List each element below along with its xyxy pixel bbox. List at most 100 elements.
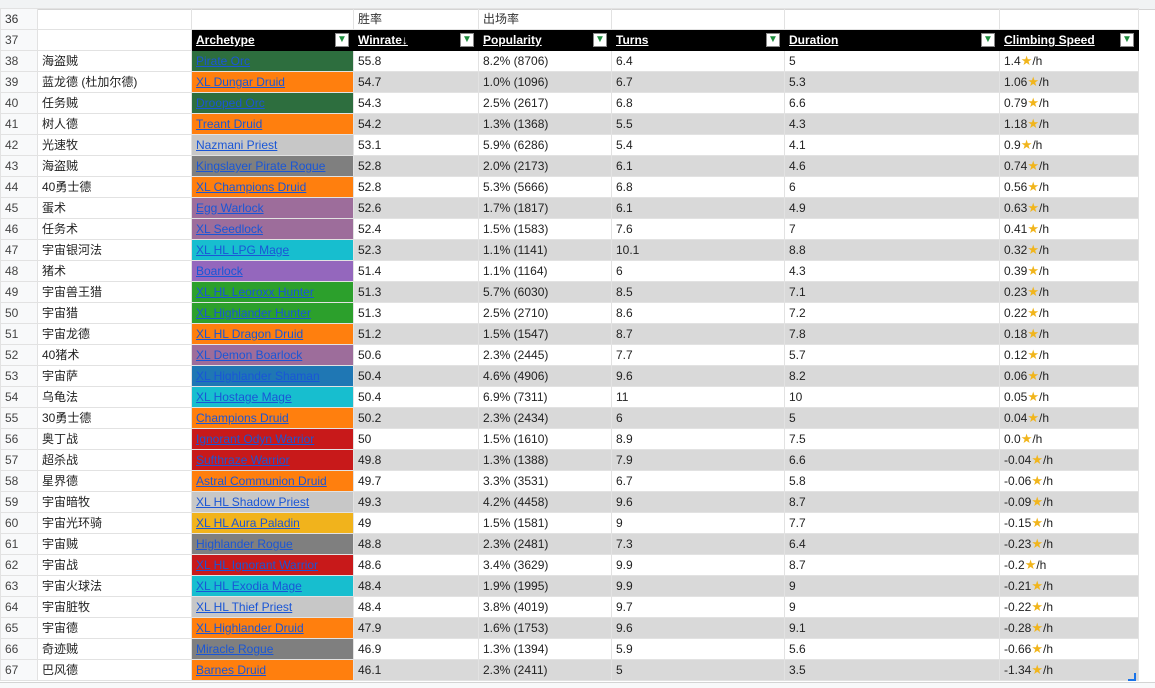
archetype-cell[interactable]: Barnes Druid bbox=[191, 659, 354, 681]
row-number[interactable]: 38 bbox=[0, 50, 38, 72]
winrate-cell[interactable]: 50.4 bbox=[353, 365, 479, 387]
chinese-name-cell[interactable]: 蓝龙德 (杜加尔德) bbox=[37, 71, 192, 93]
duration-cell[interactable]: 6.4 bbox=[784, 533, 1000, 555]
row-number[interactable]: 57 bbox=[0, 449, 38, 471]
column-header[interactable]: Duration ▼ bbox=[784, 29, 1000, 51]
climbing-speed-cell[interactable]: -1.34★/h bbox=[999, 659, 1139, 681]
row-number[interactable]: 43 bbox=[0, 155, 38, 177]
winrate-cell[interactable]: 47.9 bbox=[353, 617, 479, 639]
climbing-speed-cell[interactable]: 0.0★/h bbox=[999, 428, 1139, 450]
chinese-name-cell[interactable]: 宇宙火球法 bbox=[37, 575, 192, 597]
chinese-name-cell[interactable]: 宇宙萨 bbox=[37, 365, 192, 387]
archetype-cell[interactable]: XL HL Thief Priest bbox=[191, 596, 354, 618]
sub-header-cell[interactable] bbox=[999, 8, 1139, 30]
archetype-link[interactable]: Treant Druid bbox=[196, 117, 262, 131]
column-header[interactable]: Turns ▼ bbox=[611, 29, 785, 51]
popularity-cell[interactable]: 2.5% (2710) bbox=[478, 302, 612, 324]
archetype-link[interactable]: XL Dungar Druid bbox=[196, 75, 285, 89]
duration-cell[interactable]: 4.9 bbox=[784, 197, 1000, 219]
turns-cell[interactable]: 8.6 bbox=[611, 302, 785, 324]
popularity-cell[interactable]: 2.3% (2481) bbox=[478, 533, 612, 555]
archetype-cell[interactable]: XL Seedlock bbox=[191, 218, 354, 240]
climbing-speed-cell[interactable]: -0.04★/h bbox=[999, 449, 1139, 471]
popularity-cell[interactable]: 1.3% (1394) bbox=[478, 638, 612, 660]
popularity-cell[interactable]: 1.5% (1547) bbox=[478, 323, 612, 345]
duration-cell[interactable]: 4.3 bbox=[784, 113, 1000, 135]
column-header[interactable]: Climbing Speed ▼ bbox=[999, 29, 1139, 51]
duration-cell[interactable]: 4.3 bbox=[784, 260, 1000, 282]
climbing-speed-cell[interactable]: 0.79★/h bbox=[999, 92, 1139, 114]
archetype-link[interactable]: XL Highlander Druid bbox=[196, 621, 304, 635]
winrate-cell[interactable]: 50.2 bbox=[353, 407, 479, 429]
turns-cell[interactable]: 6.8 bbox=[611, 92, 785, 114]
turns-cell[interactable]: 6.7 bbox=[611, 71, 785, 93]
row-number[interactable]: 41 bbox=[0, 113, 38, 135]
climbing-speed-cell[interactable]: 0.12★/h bbox=[999, 344, 1139, 366]
climbing-speed-cell[interactable]: 1.4★/h bbox=[999, 50, 1139, 72]
archetype-link[interactable]: XL HL Exodia Mage bbox=[196, 579, 302, 593]
archetype-cell[interactable]: Drooped Orc bbox=[191, 92, 354, 114]
duration-cell[interactable]: 4.1 bbox=[784, 134, 1000, 156]
archetype-link[interactable]: XL Demon Boarlock bbox=[196, 348, 302, 362]
duration-cell[interactable]: 5.6 bbox=[784, 638, 1000, 660]
filter-icon[interactable]: ▼ bbox=[593, 33, 607, 47]
popularity-cell[interactable]: 5.7% (6030) bbox=[478, 281, 612, 303]
climbing-speed-cell[interactable]: -0.06★/h bbox=[999, 470, 1139, 492]
climbing-speed-cell[interactable]: 0.41★/h bbox=[999, 218, 1139, 240]
chinese-name-cell[interactable]: 奥丁战 bbox=[37, 428, 192, 450]
chinese-name-cell[interactable]: 宇宙龙德 bbox=[37, 323, 192, 345]
archetype-link[interactable]: Ignorant Odyn Warrior bbox=[196, 432, 314, 446]
duration-cell[interactable]: 7 bbox=[784, 218, 1000, 240]
selection-handle[interactable] bbox=[1128, 673, 1136, 681]
duration-cell[interactable]: 6.6 bbox=[784, 92, 1000, 114]
archetype-cell[interactable]: Egg Warlock bbox=[191, 197, 354, 219]
chinese-name-cell[interactable]: 猪术 bbox=[37, 260, 192, 282]
winrate-cell[interactable]: 51.3 bbox=[353, 281, 479, 303]
climbing-speed-cell[interactable]: 0.63★/h bbox=[999, 197, 1139, 219]
chinese-name-cell[interactable]: 海盗贼 bbox=[37, 50, 192, 72]
winrate-cell[interactable]: 52.4 bbox=[353, 218, 479, 240]
winrate-cell[interactable]: 51.3 bbox=[353, 302, 479, 324]
filter-icon[interactable]: ▼ bbox=[981, 33, 995, 47]
chinese-name-cell[interactable]: 40猪术 bbox=[37, 344, 192, 366]
chinese-name-cell[interactable]: 宇宙光环骑 bbox=[37, 512, 192, 534]
winrate-cell[interactable]: 51.4 bbox=[353, 260, 479, 282]
archetype-link[interactable]: Kingslayer Pirate Rogue bbox=[196, 159, 325, 173]
row-number[interactable]: 60 bbox=[0, 512, 38, 534]
turns-cell[interactable]: 11 bbox=[611, 386, 785, 408]
row-number[interactable]: 53 bbox=[0, 365, 38, 387]
archetype-link[interactable]: Champions Druid bbox=[196, 411, 289, 425]
chinese-name-cell[interactable]: 30勇士德 bbox=[37, 407, 192, 429]
archetype-cell[interactable]: Astral Communion Druid bbox=[191, 470, 354, 492]
row-number[interactable]: 51 bbox=[0, 323, 38, 345]
climbing-speed-cell[interactable]: -0.15★/h bbox=[999, 512, 1139, 534]
row-number[interactable]: 67 bbox=[0, 659, 38, 681]
archetype-cell[interactable]: Kingslayer Pirate Rogue bbox=[191, 155, 354, 177]
duration-cell[interactable]: 5.7 bbox=[784, 344, 1000, 366]
duration-cell[interactable]: 10 bbox=[784, 386, 1000, 408]
chinese-name-cell[interactable] bbox=[37, 29, 192, 51]
chinese-name-cell[interactable]: 任务贼 bbox=[37, 92, 192, 114]
archetype-cell[interactable]: XL Highlander Hunter bbox=[191, 302, 354, 324]
archetype-link[interactable]: Pirate Orc bbox=[196, 54, 250, 68]
popularity-cell[interactable]: 3.4% (3629) bbox=[478, 554, 612, 576]
sub-header-cell[interactable]: 胜率 bbox=[353, 8, 479, 30]
turns-cell[interactable]: 9.6 bbox=[611, 617, 785, 639]
popularity-cell[interactable]: 4.6% (4906) bbox=[478, 365, 612, 387]
winrate-cell[interactable]: 49.3 bbox=[353, 491, 479, 513]
winrate-cell[interactable]: 52.3 bbox=[353, 239, 479, 261]
climbing-speed-cell[interactable]: 0.56★/h bbox=[999, 176, 1139, 198]
turns-cell[interactable]: 8.7 bbox=[611, 323, 785, 345]
archetype-cell[interactable]: Pirate Orc bbox=[191, 50, 354, 72]
duration-cell[interactable]: 9.1 bbox=[784, 617, 1000, 639]
winrate-cell[interactable]: 54.2 bbox=[353, 113, 479, 135]
chinese-name-cell[interactable]: 海盗贼 bbox=[37, 155, 192, 177]
chinese-name-cell[interactable]: 乌龟法 bbox=[37, 386, 192, 408]
popularity-cell[interactable]: 1.3% (1368) bbox=[478, 113, 612, 135]
row-number[interactable]: 55 bbox=[0, 407, 38, 429]
winrate-cell[interactable]: 46.1 bbox=[353, 659, 479, 681]
archetype-cell[interactable]: XL HL Ignorant Warrior bbox=[191, 554, 354, 576]
archetype-cell[interactable]: XL HL LPG Mage bbox=[191, 239, 354, 261]
winrate-cell[interactable]: 50.4 bbox=[353, 386, 479, 408]
column-header[interactable]: Winrate↓ ▼ bbox=[353, 29, 479, 51]
